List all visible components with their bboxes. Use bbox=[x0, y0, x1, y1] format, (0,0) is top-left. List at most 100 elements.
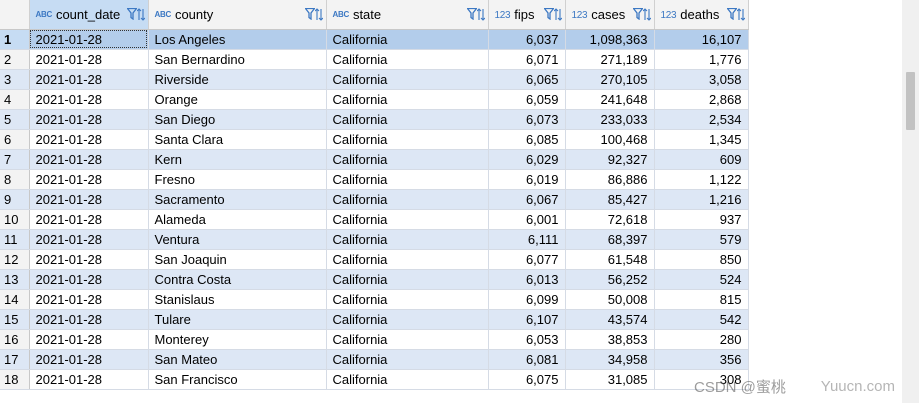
cell-deaths[interactable]: 609 bbox=[654, 149, 749, 170]
cell-count-date[interactable]: 2021-01-28 bbox=[29, 369, 149, 390]
cell-deaths[interactable]: 524 bbox=[654, 269, 749, 290]
cell-cases[interactable]: 50,008 bbox=[565, 289, 655, 310]
filter-icon[interactable] bbox=[632, 8, 643, 20]
grid-corner[interactable] bbox=[0, 0, 30, 30]
cell-count-date[interactable]: 2021-01-28 bbox=[29, 49, 149, 70]
cell-fips[interactable]: 6,029 bbox=[488, 149, 566, 170]
cell-state[interactable]: California bbox=[326, 329, 489, 350]
cell-count-date[interactable]: 2021-01-28 bbox=[29, 209, 149, 230]
cell-count-date[interactable]: 2021-01-28 bbox=[29, 149, 149, 170]
cell-cases[interactable]: 241,648 bbox=[565, 89, 655, 110]
cell-deaths[interactable]: 850 bbox=[654, 249, 749, 270]
row-number[interactable]: 7 bbox=[0, 149, 30, 170]
row-number[interactable]: 18 bbox=[0, 369, 30, 390]
table-row[interactable]: 12 2021-01-28 San Joaquin California 6,077 61… bbox=[0, 249, 749, 270]
cell-fips[interactable]: 6,107 bbox=[488, 309, 566, 330]
cell-count-date[interactable]: 2021-01-28 bbox=[29, 29, 149, 50]
cell-state[interactable]: California bbox=[326, 289, 489, 310]
row-number[interactable]: 2 bbox=[0, 49, 30, 70]
cell-county[interactable]: Sacramento bbox=[148, 189, 327, 210]
filter-icon[interactable] bbox=[466, 8, 477, 20]
cell-count-date[interactable]: 2021-01-28 bbox=[29, 249, 149, 270]
table-row[interactable]: 4 2021-01-28 Orange California 6,059 241,648 2… bbox=[0, 89, 749, 110]
cell-fips[interactable]: 6,073 bbox=[488, 109, 566, 130]
cell-county[interactable]: Tulare bbox=[148, 309, 327, 330]
sort-icon[interactable] bbox=[314, 7, 323, 21]
cell-deaths[interactable]: 280 bbox=[654, 329, 749, 350]
cell-cases[interactable]: 1,098,363 bbox=[565, 29, 655, 50]
cell-count-date[interactable]: 2021-01-28 bbox=[29, 169, 149, 190]
cell-cases[interactable]: 31,085 bbox=[565, 369, 655, 390]
cell-county[interactable]: San Francisco bbox=[148, 369, 327, 390]
sort-icon[interactable] bbox=[736, 7, 745, 21]
cell-fips[interactable]: 6,067 bbox=[488, 189, 566, 210]
cell-count-date[interactable]: 2021-01-28 bbox=[29, 349, 149, 370]
cell-deaths[interactable]: 3,058 bbox=[654, 69, 749, 90]
row-number[interactable]: 8 bbox=[0, 169, 30, 190]
cell-county[interactable]: Kern bbox=[148, 149, 327, 170]
cell-state[interactable]: California bbox=[326, 249, 489, 270]
row-number[interactable]: 15 bbox=[0, 309, 30, 330]
table-row[interactable]: 1 2021-01-28 Los Angeles California 6,037 1,0… bbox=[0, 29, 749, 50]
cell-fips[interactable]: 6,013 bbox=[488, 269, 566, 290]
cell-fips[interactable]: 6,111 bbox=[488, 229, 566, 250]
cell-fips[interactable]: 6,071 bbox=[488, 49, 566, 70]
cell-cases[interactable]: 85,427 bbox=[565, 189, 655, 210]
cell-count-date[interactable]: 2021-01-28 bbox=[29, 269, 149, 290]
cell-state[interactable]: California bbox=[326, 49, 489, 70]
cell-cases[interactable]: 92,327 bbox=[565, 149, 655, 170]
cell-cases[interactable]: 100,468 bbox=[565, 129, 655, 150]
cell-deaths[interactable]: 1,122 bbox=[654, 169, 749, 190]
cell-state[interactable]: California bbox=[326, 129, 489, 150]
column-header-state[interactable]: ABC state bbox=[326, 0, 489, 30]
cell-county[interactable]: San Diego bbox=[148, 109, 327, 130]
cell-cases[interactable]: 61,548 bbox=[565, 249, 655, 270]
cell-deaths[interactable]: 1,345 bbox=[654, 129, 749, 150]
cell-county[interactable]: Monterey bbox=[148, 329, 327, 350]
cell-deaths[interactable]: 579 bbox=[654, 229, 749, 250]
row-number[interactable]: 6 bbox=[0, 129, 30, 150]
cell-count-date[interactable]: 2021-01-28 bbox=[29, 129, 149, 150]
cell-county[interactable]: Los Angeles bbox=[148, 29, 327, 50]
cell-state[interactable]: California bbox=[326, 89, 489, 110]
cell-count-date[interactable]: 2021-01-28 bbox=[29, 89, 149, 110]
sort-icon[interactable] bbox=[553, 7, 562, 21]
table-row[interactable]: 6 2021-01-28 Santa Clara California 6,085 100… bbox=[0, 129, 749, 150]
cell-county[interactable]: Stanislaus bbox=[148, 289, 327, 310]
cell-cases[interactable]: 270,105 bbox=[565, 69, 655, 90]
column-header-deaths[interactable]: 123 deaths bbox=[654, 0, 749, 30]
filter-icon[interactable] bbox=[126, 8, 137, 20]
cell-state[interactable]: California bbox=[326, 109, 489, 130]
cell-fips[interactable]: 6,065 bbox=[488, 69, 566, 90]
cell-cases[interactable]: 233,033 bbox=[565, 109, 655, 130]
cell-county[interactable]: Contra Costa bbox=[148, 269, 327, 290]
cell-state[interactable]: California bbox=[326, 209, 489, 230]
sort-icon[interactable] bbox=[642, 7, 651, 21]
sort-icon[interactable] bbox=[136, 7, 145, 21]
cell-fips[interactable]: 6,077 bbox=[488, 249, 566, 270]
row-number[interactable]: 17 bbox=[0, 349, 30, 370]
cell-county[interactable]: Ventura bbox=[148, 229, 327, 250]
row-number[interactable]: 16 bbox=[0, 329, 30, 350]
cell-state[interactable]: California bbox=[326, 169, 489, 190]
table-row[interactable]: 16 2021-01-28 Monterey California 6,053 38,85… bbox=[0, 329, 749, 350]
cell-deaths[interactable]: 815 bbox=[654, 289, 749, 310]
cell-county[interactable]: San Mateo bbox=[148, 349, 327, 370]
cell-state[interactable]: California bbox=[326, 229, 489, 250]
table-row[interactable]: 11 2021-01-28 Ventura California 6,111 68,397… bbox=[0, 229, 749, 250]
cell-county[interactable]: San Bernardino bbox=[148, 49, 327, 70]
cell-fips[interactable]: 6,037 bbox=[488, 29, 566, 50]
cell-county[interactable]: Santa Clara bbox=[148, 129, 327, 150]
table-row[interactable]: 8 2021-01-28 Fresno California 6,019 86,886 1,… bbox=[0, 169, 749, 190]
row-number[interactable]: 10 bbox=[0, 209, 30, 230]
table-row[interactable]: 3 2021-01-28 Riverside California 6,065 270,1… bbox=[0, 69, 749, 90]
cell-county[interactable]: Alameda bbox=[148, 209, 327, 230]
cell-fips[interactable]: 6,053 bbox=[488, 329, 566, 350]
cell-deaths[interactable]: 1,776 bbox=[654, 49, 749, 70]
cell-count-date[interactable]: 2021-01-28 bbox=[29, 189, 149, 210]
cell-deaths[interactable]: 937 bbox=[654, 209, 749, 230]
cell-deaths[interactable]: 356 bbox=[654, 349, 749, 370]
cell-count-date[interactable]: 2021-01-28 bbox=[29, 289, 149, 310]
cell-county[interactable]: Orange bbox=[148, 89, 327, 110]
table-row[interactable]: 13 2021-01-28 Contra Costa California 6,013 5… bbox=[0, 269, 749, 290]
